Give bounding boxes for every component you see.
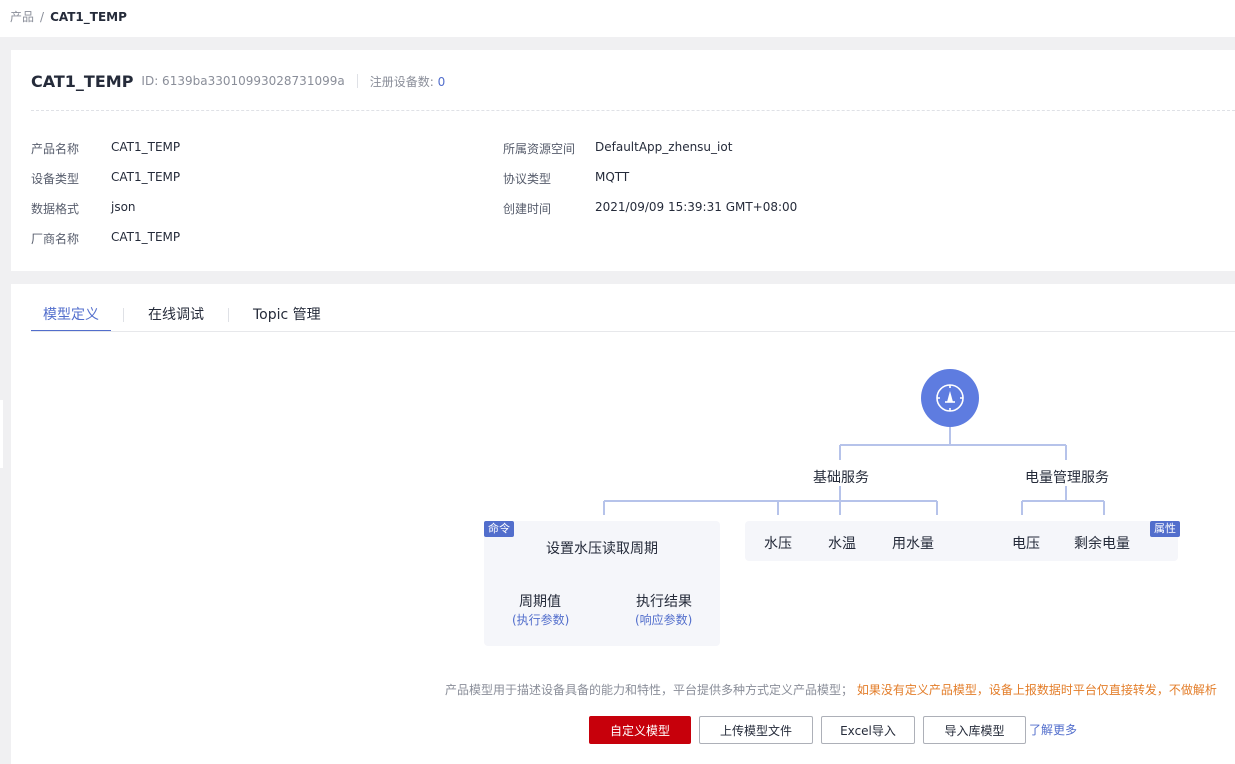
registered-devices-count[interactable]: 0 <box>438 75 446 89</box>
field-protocol: 协议类型 MQTT <box>503 170 629 187</box>
command-param-type: (执行参数) <box>512 613 570 627</box>
command-badge: 命令 <box>484 521 514 537</box>
registered-devices: 注册设备数: 0 <box>370 73 446 90</box>
learn-more-link[interactable]: 了解更多 <box>1029 721 1077 738</box>
command-param-period[interactable]: 周期值 <box>519 591 561 611</box>
tab-bar: 模型定义 在线调试 Topic 管理 <box>31 302 333 332</box>
property-water-usage[interactable]: 用水量 <box>892 533 934 553</box>
excel-import-button[interactable]: Excel导入 <box>821 716 915 744</box>
tip-warning: 如果没有定义产品模型，设备上报数据时平台仅直接转发，不做解析 <box>856 683 1217 697</box>
product-id: ID: 6139ba33010993028731099a <box>141 74 345 88</box>
compass-icon <box>936 384 964 412</box>
property-voltage[interactable]: 电压 <box>1012 533 1040 553</box>
tab-topic-management[interactable]: Topic 管理 <box>241 302 333 332</box>
property-remaining-battery[interactable]: 剩余电量 <box>1074 533 1130 553</box>
command-result-type: (响应参数) <box>635 613 693 627</box>
field-label: 厂商名称 <box>31 232 80 246</box>
field-vendor: 厂商名称 CAT1_TEMP <box>31 230 180 247</box>
title-divider <box>356 74 358 88</box>
registered-devices-label: 注册设备数: <box>369 74 434 89</box>
service-power-management[interactable]: 电量管理服务 <box>1025 467 1109 487</box>
import-library-model-button[interactable]: 导入库模型 <box>923 716 1026 744</box>
side-collapse-handle[interactable] <box>0 400 3 468</box>
field-label: 所属资源空间 <box>503 142 576 156</box>
model-root-node <box>921 369 979 427</box>
tab-online-debug[interactable]: 在线调试 <box>136 302 216 332</box>
command-set-pressure-period[interactable]: 设置水压读取周期 <box>546 538 658 558</box>
property-badge: 属性 <box>1150 521 1180 537</box>
field-product-name: 产品名称 CAT1_TEMP <box>31 140 180 157</box>
tab-separator <box>228 308 229 322</box>
model-tip: 产品模型用于描述设备具备的能力和特性，平台提供多种方式定义产品模型； 如果没有定… <box>445 681 1217 698</box>
property-water-temperature[interactable]: 水温 <box>828 533 856 553</box>
product-title-row: CAT1_TEMP ID: 6139ba33010993028731099a 注… <box>31 70 445 92</box>
service-basic[interactable]: 基础服务 <box>813 467 869 487</box>
field-value: MQTT <box>595 170 630 184</box>
custom-model-button[interactable]: 自定义模型 <box>589 716 691 744</box>
field-created-time: 创建时间 2021/09/09 15:39:31 GMT+08:00 <box>503 200 797 217</box>
field-label: 创建时间 <box>503 202 552 216</box>
field-value: json <box>111 200 136 214</box>
info-divider <box>31 110 1235 111</box>
field-label: 数据格式 <box>31 202 80 216</box>
field-label: 设备类型 <box>31 172 80 186</box>
field-value: CAT1_TEMP <box>111 170 181 184</box>
field-resource-space: 所属资源空间 DefaultApp_zhensu_iot <box>503 140 732 157</box>
field-value: DefaultApp_zhensu_iot <box>595 140 733 154</box>
tab-separator <box>123 308 124 322</box>
field-value: CAT1_TEMP <box>111 140 181 154</box>
field-device-type: 设备类型 CAT1_TEMP <box>31 170 180 187</box>
product-info-card: CAT1_TEMP ID: 6139ba33010993028731099a 注… <box>11 50 1235 271</box>
field-data-format: 数据格式 json <box>31 200 136 217</box>
tip-text: 产品模型用于描述设备具备的能力和特性，平台提供多种方式定义产品模型； <box>445 683 854 697</box>
breadcrumb-link-products[interactable]: 产品 <box>10 10 34 24</box>
product-title: CAT1_TEMP <box>31 71 134 91</box>
breadcrumb: 产品 / CAT1_TEMP <box>0 0 1235 37</box>
tab-underline <box>31 331 1235 332</box>
command-result[interactable]: 执行结果 <box>636 591 692 611</box>
field-value: CAT1_TEMP <box>111 230 181 244</box>
property-water-pressure[interactable]: 水压 <box>764 533 792 553</box>
tab-model-definition[interactable]: 模型定义 <box>31 302 111 332</box>
field-label: 协议类型 <box>503 172 552 186</box>
field-label: 产品名称 <box>31 142 80 156</box>
breadcrumb-current: CAT1_TEMP <box>50 10 127 24</box>
breadcrumb-separator: / <box>40 10 45 24</box>
field-value: 2021/09/09 15:39:31 GMT+08:00 <box>595 200 798 214</box>
upload-model-file-button[interactable]: 上传模型文件 <box>699 716 813 744</box>
